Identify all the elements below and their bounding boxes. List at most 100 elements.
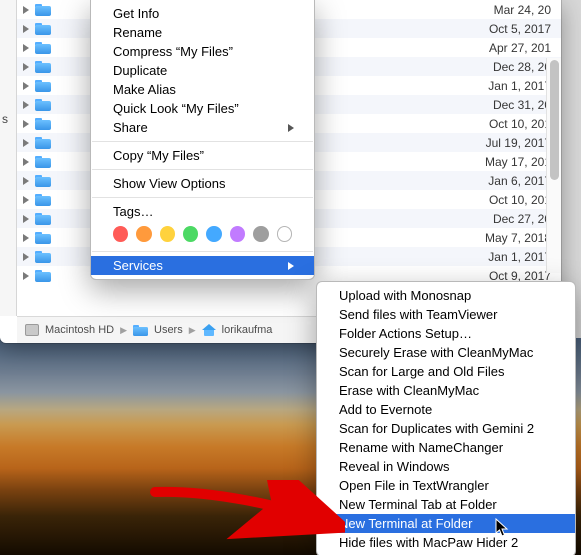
finder-scrollbar[interactable] xyxy=(546,58,561,273)
disclosure-triangle-icon[interactable] xyxy=(23,158,29,166)
disclosure-triangle-icon[interactable] xyxy=(23,177,29,185)
scrollbar-thumb[interactable] xyxy=(550,60,559,180)
svc-erase-cleanmymac[interactable]: Securely Erase with CleanMyMac xyxy=(317,343,575,362)
ctx-rename[interactable]: Rename xyxy=(91,23,314,42)
path-seg-home[interactable]: lorikaufma xyxy=(222,324,273,336)
ctx-compress[interactable]: Compress “My Files” xyxy=(91,42,314,61)
home-icon xyxy=(202,324,216,336)
file-date: May 7, 2018 xyxy=(485,231,551,245)
folder-icon xyxy=(133,325,148,336)
file-date: Jul 19, 2017 xyxy=(486,136,551,150)
menu-item-label: Quick Look “My Files” xyxy=(113,101,239,116)
menu-item-label: Scan for Duplicates with Gemini 2 xyxy=(339,421,534,436)
disclosure-triangle-icon[interactable] xyxy=(23,196,29,204)
menu-item-label: Erase with CleanMyMac xyxy=(339,383,479,398)
svc-monosnap[interactable]: Upload with Monosnap xyxy=(317,286,575,305)
tags-color-row xyxy=(91,221,314,247)
menu-item-label: Share xyxy=(113,120,148,135)
folder-icon xyxy=(35,42,51,54)
disclosure-triangle-icon[interactable] xyxy=(23,215,29,223)
menu-item-label: Make Alias xyxy=(113,82,176,97)
tag-color-dot[interactable] xyxy=(230,226,245,242)
svc-namechanger[interactable]: Rename with NameChanger xyxy=(317,438,575,457)
disclosure-triangle-icon[interactable] xyxy=(23,234,29,242)
tag-color-clear[interactable] xyxy=(277,226,292,242)
file-date: Dec 28, 20 xyxy=(493,60,551,74)
disclosure-triangle-icon[interactable] xyxy=(23,63,29,71)
folder-icon xyxy=(35,61,51,73)
menu-item-label: Upload with Monosnap xyxy=(339,288,471,303)
ctx-tags[interactable]: Tags… xyxy=(91,202,314,221)
svc-erase[interactable]: Erase with CleanMyMac xyxy=(317,381,575,400)
menu-item-label: Scan for Large and Old Files xyxy=(339,364,504,379)
menu-item-label: Compress “My Files” xyxy=(113,44,233,59)
ctx-make-alias[interactable]: Make Alias xyxy=(91,80,314,99)
path-seg-users[interactable]: Users xyxy=(154,324,183,336)
disclosure-triangle-icon[interactable] xyxy=(23,272,29,280)
file-date: Oct 10, 201 xyxy=(489,117,551,131)
ctx-share[interactable]: Share xyxy=(91,118,314,137)
folder-icon xyxy=(35,213,51,225)
folder-icon xyxy=(35,194,51,206)
svc-evernote[interactable]: Add to Evernote xyxy=(317,400,575,419)
disclosure-triangle-icon[interactable] xyxy=(23,82,29,90)
menu-item-label: Add to Evernote xyxy=(339,402,432,417)
svc-textwrangler[interactable]: Open File in TextWrangler xyxy=(317,476,575,495)
menu-separator xyxy=(92,197,313,198)
disclosure-triangle-icon[interactable] xyxy=(23,25,29,33)
disclosure-triangle-icon[interactable] xyxy=(23,44,29,52)
disclosure-triangle-icon[interactable] xyxy=(23,6,29,14)
menu-item-label: Hide files with MacPaw Hider 2 xyxy=(339,535,518,550)
menu-item-label: Folder Actions Setup… xyxy=(339,326,472,341)
file-date: Jan 1, 2017 xyxy=(488,79,551,93)
context-menu-services: Upload with Monosnap Send files with Team… xyxy=(316,281,576,555)
svc-folder-actions[interactable]: Folder Actions Setup… xyxy=(317,324,575,343)
menu-item-label: Reveal in Windows xyxy=(339,459,450,474)
menu-item-label: Copy “My Files” xyxy=(113,148,204,163)
mouse-cursor-icon xyxy=(495,518,509,538)
ctx-services[interactable]: Services xyxy=(91,256,314,275)
svc-terminal-folder[interactable]: New Terminal at Folder xyxy=(317,514,575,533)
folder-icon xyxy=(35,118,51,130)
tag-color-dot[interactable] xyxy=(160,226,175,242)
menu-item-label: Duplicate xyxy=(113,63,167,78)
ctx-quick-look[interactable]: Quick Look “My Files” xyxy=(91,99,314,118)
menu-separator xyxy=(92,169,313,170)
disclosure-triangle-icon[interactable] xyxy=(23,253,29,261)
tag-color-dot[interactable] xyxy=(136,226,151,242)
ctx-get-info[interactable]: Get Info xyxy=(91,4,314,23)
ctx-view-options[interactable]: Show View Options xyxy=(91,174,314,193)
svc-reveal-windows[interactable]: Reveal in Windows xyxy=(317,457,575,476)
svc-terminal-tab[interactable]: New Terminal Tab at Folder xyxy=(317,495,575,514)
submenu-arrow-icon xyxy=(288,262,294,270)
menu-item-label: Tags… xyxy=(113,204,153,219)
chevron-right-icon: ▶ xyxy=(120,325,127,336)
svc-hider[interactable]: Hide files with MacPaw Hider 2 xyxy=(317,533,575,552)
ctx-duplicate[interactable]: Duplicate xyxy=(91,61,314,80)
disclosure-triangle-icon[interactable] xyxy=(23,101,29,109)
svc-scan-large[interactable]: Scan for Large and Old Files xyxy=(317,362,575,381)
disclosure-triangle-icon[interactable] xyxy=(23,120,29,128)
tag-color-dot[interactable] xyxy=(113,226,128,242)
menu-item-label: Open File in TextWrangler xyxy=(339,478,489,493)
svc-teamviewer[interactable]: Send files with TeamViewer xyxy=(317,305,575,324)
file-date: Jan 6, 2017 xyxy=(488,174,551,188)
path-seg-root[interactable]: Macintosh HD xyxy=(45,324,114,336)
tag-color-dot[interactable] xyxy=(206,226,221,242)
submenu-arrow-icon xyxy=(288,124,294,132)
folder-icon xyxy=(35,23,51,35)
context-menu-main: Get InfoRename Compress “My Files” Duplica… xyxy=(90,0,315,280)
svc-gemini[interactable]: Scan for Duplicates with Gemini 2 xyxy=(317,419,575,438)
tag-color-dot[interactable] xyxy=(183,226,198,242)
file-date: May 17, 201 xyxy=(485,155,551,169)
file-date: Jan 1, 2017 xyxy=(488,250,551,264)
finder-sidebar-edge: s xyxy=(0,0,17,316)
disclosure-triangle-icon[interactable] xyxy=(23,139,29,147)
menu-item-label: New Terminal Tab at Folder xyxy=(339,497,497,512)
ctx-copy[interactable]: Copy “My Files” xyxy=(91,146,314,165)
menu-item-label: Rename with NameChanger xyxy=(339,440,503,455)
menu-item-label: Show View Options xyxy=(113,176,226,191)
sidebar-label-fragment: s xyxy=(2,112,8,126)
tag-color-dot[interactable] xyxy=(253,226,268,242)
menu-item-label: Send files with TeamViewer xyxy=(339,307,498,322)
